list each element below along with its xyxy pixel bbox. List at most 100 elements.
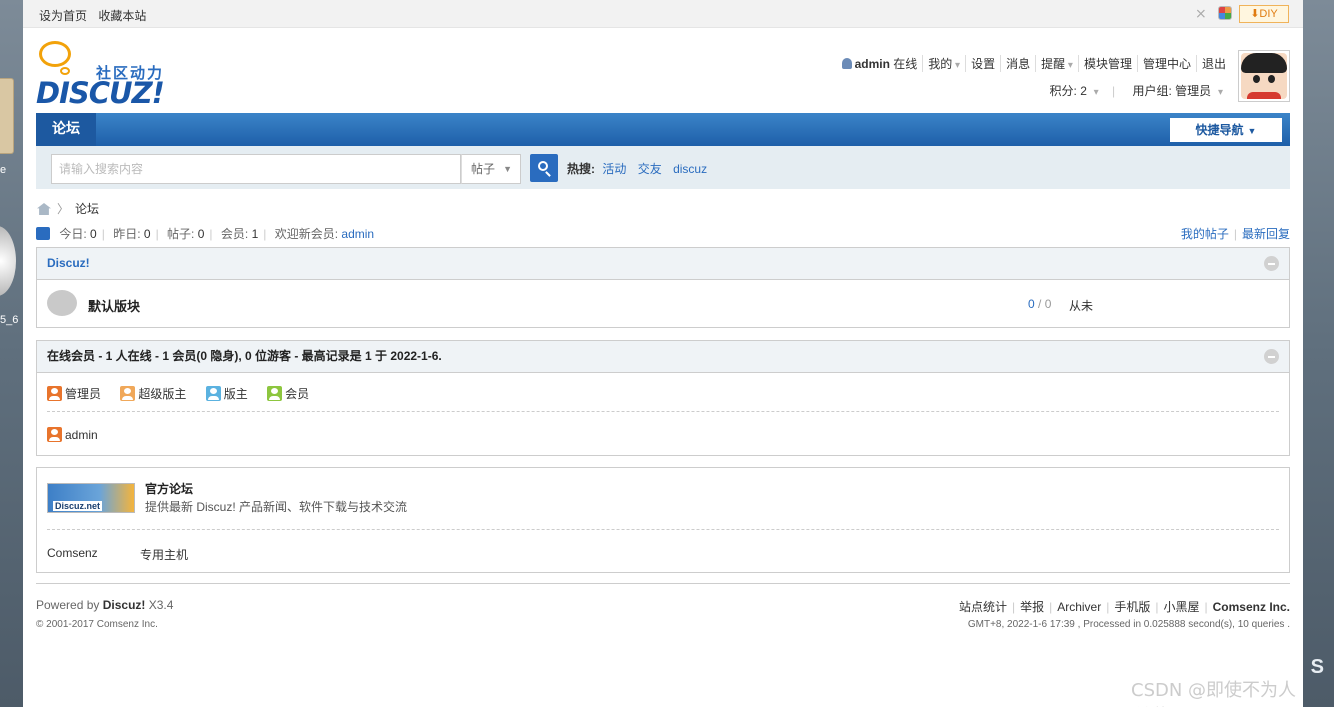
stats-icon[interactable] <box>36 227 50 240</box>
caret-down-icon: ▼ <box>1247 126 1257 136</box>
quick-nav-button[interactable]: 快捷导航 ▼ <box>1170 118 1282 142</box>
discuz-logo[interactable]: 社区动力 DISCUZ! <box>36 38 171 110</box>
site-stats-link[interactable]: 站点统计 <box>959 600 1007 614</box>
main-nav: 论坛 快捷导航 ▼ <box>36 113 1290 146</box>
credits-menu[interactable]: 积分: 2 <box>1050 84 1087 98</box>
forum-name-link[interactable]: 默认版块 <box>88 296 140 315</box>
search-type-select[interactable]: 帖子 ▼ <box>461 154 521 184</box>
latest-replies-link[interactable]: 最新回复 <box>1242 227 1290 241</box>
category-header: Discuz! <box>37 248 1289 280</box>
tab-forum[interactable]: 论坛 <box>36 113 96 146</box>
discuz-link[interactable]: Discuz! <box>103 598 146 612</box>
forum-counts: 0 / 0 <box>1028 297 1052 311</box>
category-box: Discuz! 默认版块 0 / 0 从未 <box>36 247 1290 328</box>
logout-link[interactable]: 退出 <box>1195 55 1231 72</box>
shrink-icon[interactable]: ⨯ <box>1195 6 1209 20</box>
username[interactable]: admin <box>855 57 890 71</box>
legend-member: 会员 <box>267 385 309 402</box>
diy-button[interactable]: ⬇DIY <box>1239 5 1289 23</box>
hot-item[interactable]: 交友 <box>638 162 662 176</box>
color-palette-icon[interactable] <box>1218 6 1232 20</box>
csdn-watermark: CSDN @即使不为人所道 <box>1131 680 1297 707</box>
online-box: 在线会员 - 1 人在线 - 1 会员(0 隐身), 0 位游客 - 最高记录是… <box>36 340 1290 456</box>
comsenz-link[interactable]: Comsenz Inc. <box>1213 600 1290 614</box>
friendlink-hosting[interactable]: 专用主机 <box>140 546 188 563</box>
official-forum-link[interactable]: 官方论坛 <box>145 480 193 497</box>
online-title[interactable]: 在线会员 - 1 人在线 - 1 会员(0 隐身), 0 位游客 - 最高记录是… <box>47 349 442 363</box>
legend-label: 会员 <box>285 387 310 401</box>
desktop-disc-icon[interactable] <box>0 226 16 296</box>
friendlinks-box: Discuz.net 官方论坛 提供最新 Discuz! 产品新闻、软件下载与技… <box>36 467 1290 573</box>
report-link[interactable]: 举报 <box>1020 600 1044 614</box>
member-user-icon <box>267 386 283 401</box>
footer-divider <box>36 583 1290 584</box>
category-title[interactable]: Discuz! <box>47 256 90 270</box>
powered-prefix: Powered by <box>36 598 100 612</box>
collapse-icon[interactable] <box>1264 256 1279 271</box>
legend-admin: 管理员 <box>47 385 101 402</box>
search-button[interactable] <box>530 154 558 182</box>
user-nav: admin 在线我的设置消息提醒模块管理管理中心退出 <box>837 55 1231 72</box>
hot-item[interactable]: 活动 <box>602 162 626 176</box>
newest-member-link[interactable]: admin <box>341 227 374 241</box>
quick-nav-label: 快捷导航 <box>1195 123 1244 137</box>
footer-time: GMT+8, 2022-1-6 17:39 , Processed in 0.0… <box>967 619 1290 630</box>
legend-mod: 版主 <box>205 385 248 402</box>
user-status[interactable]: admin 在线 <box>837 55 923 72</box>
hot-searches: 热搜: 活动 交友 discuz <box>567 160 715 177</box>
mobile-link[interactable]: 手机版 <box>1114 600 1150 614</box>
search-type-value: 帖子 <box>471 162 496 176</box>
home-icon[interactable] <box>37 203 51 215</box>
posts-count: 0 <box>197 227 205 241</box>
discuz-net-logo[interactable]: Discuz.net <box>47 483 135 513</box>
my-posts-link[interactable]: 我的帖子 <box>1181 227 1229 241</box>
online-status: 在线 <box>893 57 918 71</box>
module-admin-link[interactable]: 模块管理 <box>1077 55 1137 72</box>
messages-link[interactable]: 消息 <box>1000 55 1035 72</box>
archiver-link[interactable]: Archiver <box>1057 600 1101 614</box>
logo-bubble <box>39 41 71 67</box>
desktop-folder-icon[interactable] <box>0 78 14 154</box>
logo-en-text: DISCUZ! <box>36 76 165 110</box>
collapse-icon[interactable] <box>1264 349 1279 364</box>
online-header: 在线会员 - 1 人在线 - 1 会员(0 隐身), 0 位游客 - 最高记录是… <box>37 341 1289 373</box>
friendlink-comsenz[interactable]: Comsenz <box>47 546 98 560</box>
yesterday-count: 0 <box>143 227 151 241</box>
official-forum-desc: 提供最新 Discuz! 产品新闻、软件下载与技术交流 <box>145 500 408 514</box>
user-icon <box>841 58 852 69</box>
forum-bubble-icon <box>47 290 77 316</box>
search-input[interactable]: 请输入搜索内容 <box>51 154 461 184</box>
reminders-menu[interactable]: 提醒 <box>1035 55 1078 72</box>
bookmark-link[interactable]: 收藏本站 <box>98 9 146 23</box>
discuz-net-logo-text: Discuz.net <box>53 501 103 511</box>
caret-down-icon: ▼ <box>503 164 512 174</box>
breadcrumb: 〉论坛 <box>37 200 99 217</box>
settings-link[interactable]: 设置 <box>965 55 1000 72</box>
breadcrumb-current[interactable]: 论坛 <box>75 202 99 216</box>
yesterday-label: 昨日: <box>113 227 141 241</box>
online-user-link[interactable]: admin <box>65 428 98 442</box>
desktop-label: 5_6 <box>0 314 19 326</box>
last-post: 从未 <box>1069 299 1094 313</box>
my-menu[interactable]: 我的 <box>922 55 965 72</box>
thread-count: 0 <box>1028 297 1035 311</box>
online-legend: 管理员 超级版主 版主 会员 <box>47 385 325 402</box>
set-home-link[interactable]: 设为首页 <box>39 9 87 23</box>
avatar[interactable] <box>1238 50 1290 102</box>
stats-links: 我的帖子 | 最新回复 <box>1180 227 1290 241</box>
user-info: 积分: 2 ▾ | 用户组: 管理员 ▾ <box>1049 84 1223 98</box>
members-count: 1 <box>251 227 259 241</box>
user-group-menu[interactable]: 用户组: 管理员 <box>1133 84 1212 98</box>
legend-label: 超级版主 <box>138 387 187 401</box>
divider <box>47 411 1279 412</box>
hot-item[interactable]: discuz <box>673 162 707 176</box>
admin-center-link[interactable]: 管理中心 <box>1136 55 1196 72</box>
members-label: 会员: <box>220 227 249 241</box>
today-count: 0 <box>90 227 97 241</box>
online-user: admin <box>47 427 98 442</box>
today-label: 今日: <box>59 227 87 241</box>
footer-links: 站点统计 | 举报 | Archiver | 手机版 | 小黑屋 | Comsenz Inc. <box>958 600 1290 614</box>
blacklist-link[interactable]: 小黑屋 <box>1164 600 1200 614</box>
posts-label: 帖子: <box>167 227 195 241</box>
super-mod-user-icon <box>120 386 136 401</box>
